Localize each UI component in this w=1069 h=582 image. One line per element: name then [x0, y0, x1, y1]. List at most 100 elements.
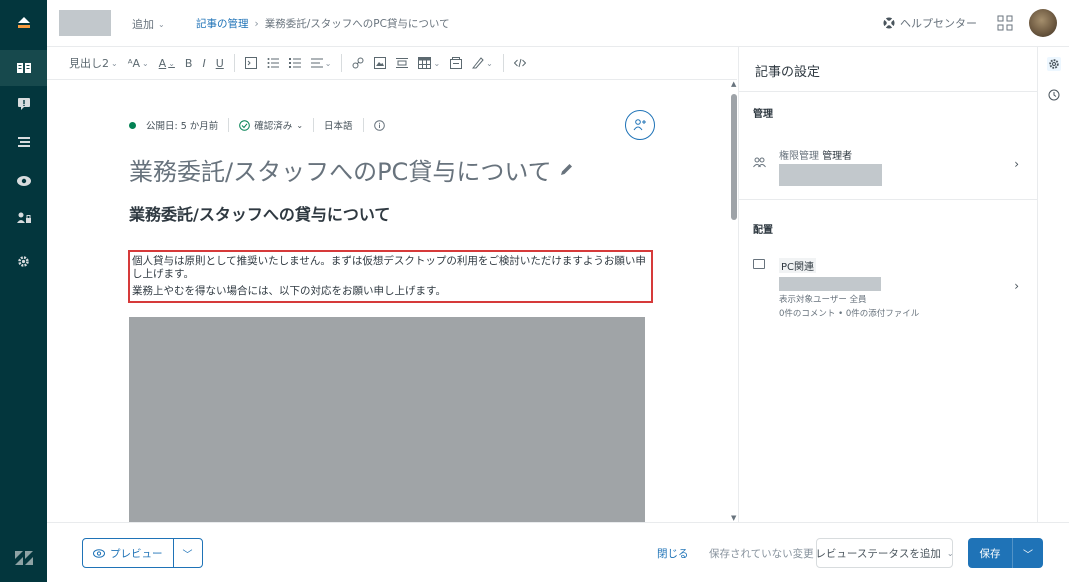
scroll-down-icon[interactable]: ▼ [731, 514, 736, 522]
apps-grid-icon[interactable] [997, 15, 1013, 31]
permission-row[interactable]: 権限管理 管理者 › [753, 147, 1023, 192]
redacted-field [779, 164, 882, 186]
history-icon[interactable] [1047, 88, 1061, 102]
pencil-icon[interactable] [560, 163, 573, 176]
add-user-icon [633, 119, 646, 131]
font-size-label: ᴬA [127, 56, 140, 70]
info-icon[interactable] [373, 119, 385, 131]
preview-button[interactable]: プレビュー [83, 539, 174, 567]
alert-icon[interactable] [0, 86, 47, 122]
comment-attachment-counts: 0件のコメント • 0件の添付ファイル [779, 309, 920, 319]
scroll-thumb[interactable] [731, 94, 737, 220]
toolbar-divider [233, 54, 235, 72]
insert-block-icon[interactable] [244, 57, 257, 69]
lifebuoy-icon [883, 17, 895, 29]
chevron-down-icon: ⌄ [158, 19, 165, 29]
add-label: 追加 [132, 18, 154, 31]
image-icon[interactable] [374, 57, 387, 69]
placement-section-title: 配置 [753, 225, 773, 236]
save-button-group: 保存 ﹀ [968, 538, 1043, 568]
preview-button-group: プレビュー ﹀ [82, 538, 203, 568]
help-center-button[interactable]: ヘルプセンター [883, 15, 977, 31]
editor-toolbar: 見出し2 ⌄ ᴬA ⌄ A ⌄ B I U ⌄ ⌄ ⌄ [47, 47, 737, 80]
embed-icon[interactable] [396, 57, 409, 69]
body-paragraph[interactable]: 業務上やむを得ない場合には、以下の対応をお願い申し上げます。 [132, 285, 649, 298]
close-button[interactable]: 閉じる [657, 546, 689, 561]
numbered-list-icon[interactable] [288, 57, 301, 69]
bullet-list-icon[interactable] [267, 57, 279, 69]
knowledge-base-icon[interactable] [0, 50, 47, 86]
users-icon [753, 157, 766, 171]
font-size-button[interactable]: ᴬA ⌄ [128, 57, 149, 70]
chevron-right-icon: › [1014, 157, 1019, 171]
align-button[interactable]: ⌄ [310, 57, 332, 69]
save-dropdown-button[interactable]: ﹀ [1013, 538, 1043, 568]
table-button[interactable]: ⌄ [418, 57, 440, 69]
save-button[interactable]: 保存 [968, 538, 1013, 568]
gear-icon[interactable] [0, 243, 47, 279]
chevron-down-icon: ﹀ [1023, 549, 1033, 561]
check-circle-icon [239, 119, 251, 131]
visible-to: 表示対象ユーザー 全員 [779, 295, 867, 305]
panel-divider [739, 91, 1038, 92]
format-clear-button[interactable]: ⌄ [472, 57, 493, 69]
management-section-title: 管理 [753, 109, 773, 120]
published-status-dot [129, 121, 136, 129]
chevron-down-icon: ⌄ [324, 58, 332, 68]
text-color-label: A [158, 56, 167, 70]
settings-gear-icon[interactable] [1047, 57, 1061, 71]
bold-button[interactable]: B [185, 57, 193, 70]
assign-user-button[interactable] [625, 110, 655, 140]
add-review-status-button[interactable]: レビューステータスを追加 ⌄ [815, 538, 954, 568]
underline-button[interactable]: U [216, 57, 224, 70]
meta-divider [313, 118, 315, 132]
redacted-image[interactable] [129, 317, 645, 522]
chevron-down-icon: ⌄ [433, 58, 441, 68]
article-settings-panel: 記事の設定 管理 権限管理 管理者 › 配置 PC関連 表示対象ユーザー 全員 … [738, 47, 1038, 522]
italic-button[interactable]: I [202, 57, 205, 70]
chevron-down-icon: ⌄ [168, 58, 175, 68]
avatar[interactable] [1029, 9, 1057, 37]
content-block-icon[interactable] [450, 57, 463, 69]
permission-label: 権限管理 管理者 [779, 147, 852, 162]
body-paragraph[interactable]: 個人貸与は原則として推奨いたしません。まずは仮想デスクトップの利用をご検討いただ… [132, 255, 649, 281]
article-title[interactable]: 業務委託/スタッフへのPC貸与について [129, 152, 573, 187]
editor-footer: プレビュー ﹀ 閉じる 保存されていない変更 レビューステータスを追加 ⌄ 保存… [47, 522, 1069, 582]
top-header: 追加 ⌄ 記事の管理 › 業務委託/スタッフへのPC貸与について ヘルプセンター [47, 0, 1069, 47]
editor-scrollbar[interactable]: ▲ ▼ [731, 80, 737, 522]
zendesk-logo-icon [0, 540, 47, 576]
highlighted-paragraph-block[interactable]: 個人貸与は原則として推奨いたしません。まずは仮想デスクトップの利用をご検討いただ… [128, 250, 653, 303]
heading-select[interactable]: 見出し2 ⌄ [69, 55, 118, 71]
permission-value: 管理者 [822, 151, 853, 162]
toolbar-divider [341, 54, 343, 72]
add-menu-button[interactable]: 追加 ⌄ [132, 16, 165, 32]
guide-logo-icon[interactable] [0, 0, 47, 46]
verification-label: 確認済み [254, 121, 293, 132]
code-view-icon[interactable] [513, 58, 526, 68]
preview-dropdown-button[interactable]: ﹀ [174, 539, 202, 567]
eye-icon [93, 548, 105, 558]
language-label[interactable]: 日本語 [324, 118, 353, 132]
link-icon[interactable] [352, 57, 364, 69]
permission-label-text: 権限管理 [779, 151, 819, 162]
arrange-icon[interactable] [0, 124, 47, 160]
article-title-text: 業務委託/スタッフへのPC貸与について [129, 158, 552, 186]
placement-row[interactable]: PC関連 表示対象ユーザー 全員 0件のコメント • 0件の添付ファイル › [753, 257, 1023, 327]
eye-icon[interactable] [0, 163, 47, 199]
published-status[interactable]: 公開日: 5 か月前 [146, 118, 218, 132]
text-color-button[interactable]: A ⌄ [159, 57, 175, 70]
users-lock-icon[interactable] [0, 200, 47, 236]
review-status-label: レビューステータスを追加 [815, 547, 941, 560]
meta-divider [362, 118, 364, 132]
breadcrumb: 記事の管理 › 業務委託/スタッフへのPC貸与について [196, 16, 450, 31]
breadcrumb-manage-articles[interactable]: 記事の管理 [196, 16, 249, 31]
help-center-label: ヘルプセンター [900, 17, 977, 30]
chevron-down-icon: ⌄ [486, 58, 493, 68]
scroll-up-icon[interactable]: ▲ [731, 80, 736, 88]
verification-select[interactable]: 確認済み ⌄ [239, 118, 303, 132]
panel-divider [739, 199, 1038, 200]
article-editor: 公開日: 5 か月前 確認済み ⌄ 日本語 業務委託/スタッフへのPC貸与につい… [47, 80, 731, 522]
section-heading[interactable]: 業務委託/スタッフへの貸与について [129, 201, 390, 225]
toolbar-divider [502, 54, 504, 72]
panel-switcher [1037, 47, 1069, 522]
